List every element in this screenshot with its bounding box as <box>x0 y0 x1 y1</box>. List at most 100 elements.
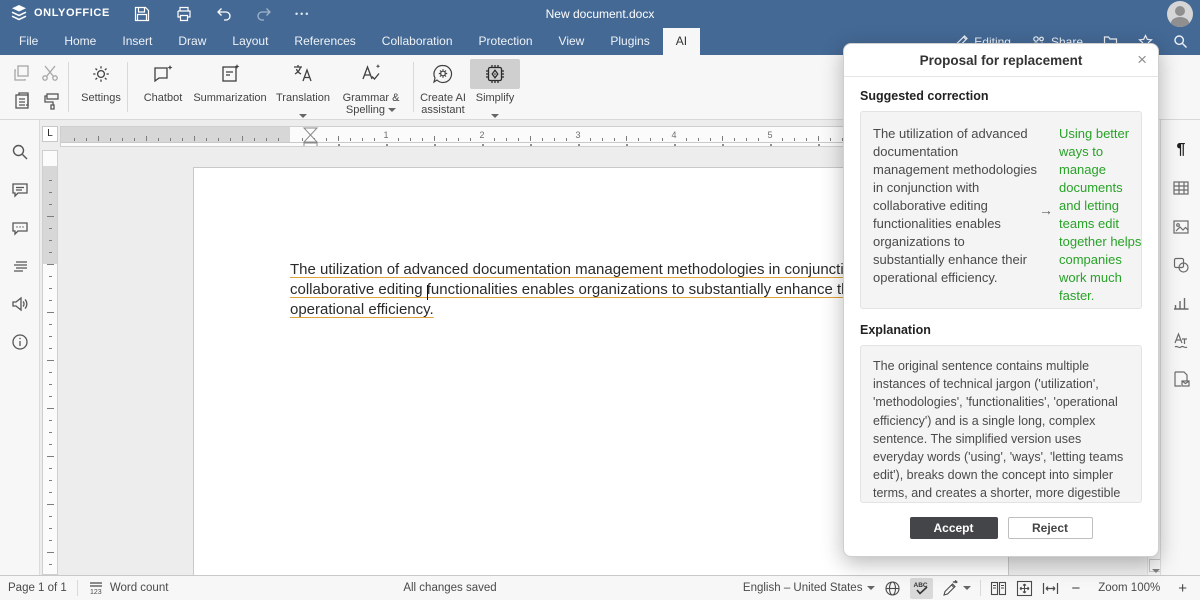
ruler-tick <box>49 384 52 385</box>
ruler-tick <box>458 138 459 141</box>
fit-to-page-icon[interactable] <box>1016 580 1033 597</box>
ruler-tick <box>49 348 52 349</box>
textart-settings-button[interactable] <box>1172 332 1190 350</box>
chevron-down-icon <box>867 586 875 590</box>
tab-protection[interactable]: Protection <box>466 28 546 55</box>
zoom-level: Zoom 100% <box>1098 582 1160 594</box>
ruler-tick <box>49 432 52 433</box>
ruler-tick <box>734 138 735 141</box>
chevron-down-icon <box>299 114 307 118</box>
paragraph-settings-button[interactable]: ¶ <box>1172 141 1190 159</box>
app-window: ONLYOFFICE ••• New document.docx <box>0 0 1200 600</box>
summarization-button[interactable]: Summarization <box>191 59 269 104</box>
redo-button[interactable] <box>255 5 273 23</box>
zoom-in-button[interactable]: + <box>1175 580 1190 597</box>
ruler-number: 2 <box>476 130 488 140</box>
ruler-tick <box>506 138 507 141</box>
close-icon[interactable]: × <box>1137 44 1147 77</box>
document-text[interactable]: The utilization of advanced documentatio… <box>290 260 891 320</box>
more-actions-button[interactable]: ••• <box>295 4 310 24</box>
ruler-tick <box>206 138 207 141</box>
word-count-button[interactable]: 123 Word count <box>88 580 169 596</box>
ruler-tick <box>686 138 687 141</box>
ruler-tick <box>122 138 123 141</box>
ruler-tick <box>98 136 99 141</box>
tab-file[interactable]: File <box>6 28 51 55</box>
copy-button[interactable] <box>12 63 32 83</box>
fit-to-width-icon[interactable] <box>1042 580 1059 597</box>
track-changes-button[interactable] <box>942 580 971 597</box>
undo-button[interactable] <box>215 5 233 23</box>
tab-draw[interactable]: Draw <box>165 28 219 55</box>
tab-references[interactable]: References <box>281 28 368 55</box>
cut-button[interactable] <box>40 63 60 83</box>
grammar-spelling-button[interactable]: Grammar & Spelling <box>338 59 404 116</box>
print-button[interactable] <box>175 5 193 23</box>
ruler-tabstop-tick <box>818 144 820 147</box>
simplify-button[interactable]: Simplify <box>470 59 520 125</box>
ruler-tick <box>698 138 699 141</box>
spellcheck-toggle[interactable]: ABC <box>910 578 933 599</box>
status-right: English – United States ABC − Zoom 100% … <box>743 576 1190 600</box>
comments-button[interactable] <box>11 181 29 199</box>
table-icon <box>1172 179 1190 197</box>
ruler-tick <box>47 408 54 409</box>
scroll-down-button[interactable] <box>1149 559 1160 572</box>
ruler-tabstop-tick <box>722 144 724 147</box>
create-ai-assistant-button[interactable]: Create AI assistant <box>415 59 471 116</box>
logo-text: ONLYOFFICE <box>34 7 110 19</box>
explanation-box: The original sentence contains multiple … <box>860 345 1142 503</box>
feedback-button[interactable] <box>11 295 29 313</box>
find-button[interactable] <box>11 143 29 161</box>
chatbot-button[interactable]: Chatbot <box>137 59 189 104</box>
format-painter-button[interactable] <box>42 91 62 111</box>
ruler-tabstop-tick <box>530 144 532 147</box>
ruler-number: 1 <box>380 130 392 140</box>
tab-collaboration[interactable]: Collaboration <box>369 28 466 55</box>
table-settings-button[interactable] <box>1172 179 1190 197</box>
indent-marker[interactable] <box>302 127 319 147</box>
chart-settings-button[interactable] <box>1172 294 1190 312</box>
tab-view[interactable]: View <box>546 28 598 55</box>
tab-plugins[interactable]: Plugins <box>597 28 662 55</box>
ruler-number: 5 <box>764 130 776 140</box>
hide-sidebars-icon[interactable] <box>990 580 1007 597</box>
translation-button[interactable]: Translation <box>272 59 334 125</box>
ruler-tick <box>230 138 231 141</box>
ruler-tick <box>49 180 52 181</box>
language-selector[interactable]: English – United States <box>743 582 876 594</box>
text-line: ways to <box>1059 143 1141 161</box>
suggested-text: Using betterways tomanagedocumentsand le… <box>1059 125 1141 295</box>
about-button[interactable] <box>11 333 29 351</box>
header-search-button[interactable] <box>1173 34 1188 49</box>
tab-stop-selector[interactable]: L <box>42 126 58 142</box>
ruler-tick <box>49 240 52 241</box>
paste-button[interactable] <box>12 91 32 111</box>
image-settings-button[interactable] <box>1172 218 1190 236</box>
zoom-out-button[interactable]: − <box>1068 580 1083 597</box>
text-line: organizations to <box>873 233 1033 251</box>
ruler-tick <box>49 396 52 397</box>
tab-ai[interactable]: AI <box>663 28 700 55</box>
tab-insert[interactable]: Insert <box>109 28 165 55</box>
ruler-tick <box>326 138 327 141</box>
avatar[interactable] <box>1167 1 1193 27</box>
chat-button[interactable] <box>11 219 29 237</box>
ai-settings-button[interactable]: Settings <box>78 59 124 104</box>
reject-button[interactable]: Reject <box>1008 517 1093 539</box>
ruler-tick <box>49 444 52 445</box>
save-button[interactable] <box>133 5 151 23</box>
ruler-tick <box>818 136 819 141</box>
document-language-icon[interactable] <box>884 580 901 597</box>
search-icon <box>11 143 29 161</box>
tab-layout[interactable]: Layout <box>219 28 281 55</box>
vertical-ruler[interactable] <box>42 150 58 575</box>
accept-button[interactable]: Accept <box>910 517 998 539</box>
shape-settings-button[interactable] <box>1172 256 1190 274</box>
ruler-tick <box>47 216 54 217</box>
mailmerge-settings-button[interactable] <box>1172 370 1190 388</box>
ruler-tick <box>410 138 411 141</box>
ruler-tick <box>602 138 603 141</box>
headings-button[interactable] <box>11 257 29 275</box>
tab-home[interactable]: Home <box>51 28 109 55</box>
